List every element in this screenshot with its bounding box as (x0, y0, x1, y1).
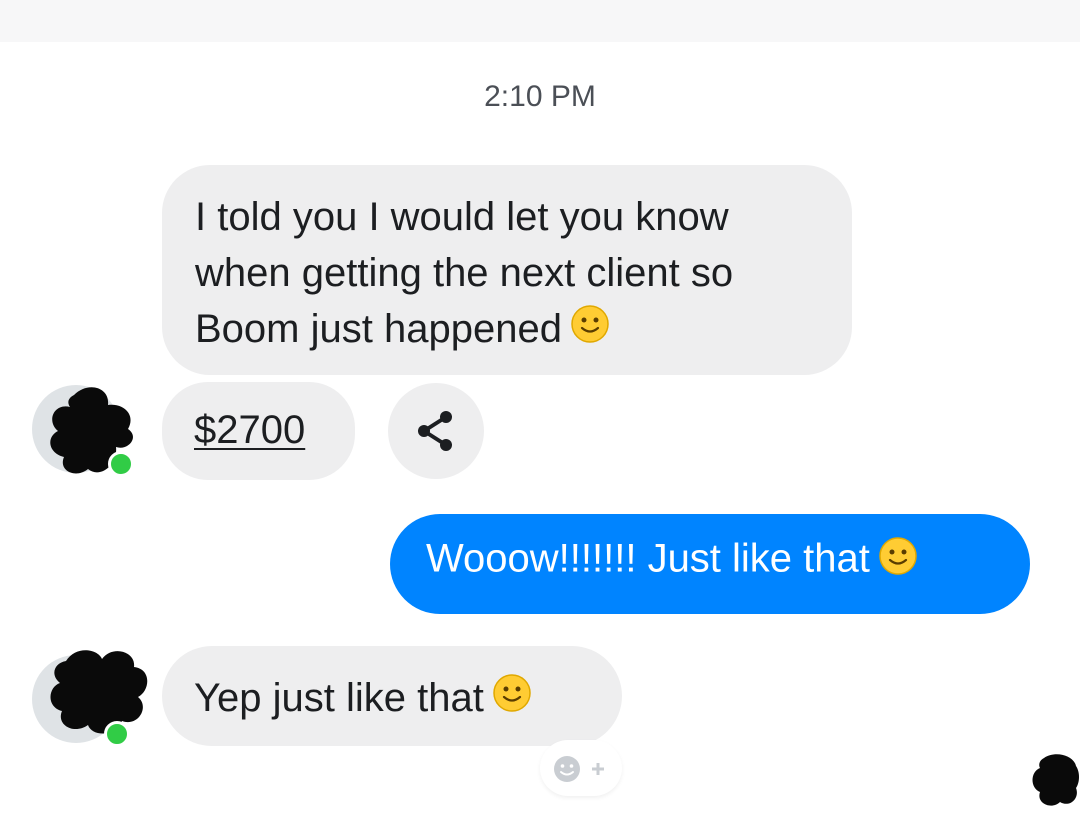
incoming-message-bubble[interactable]: Yep just like that (162, 646, 622, 746)
message-text: Yep just like that (194, 676, 484, 720)
redaction-blot (50, 650, 148, 734)
slightly-smiling-face-icon (878, 536, 918, 586)
message-text-wrapper: Yep just like that (194, 670, 532, 728)
contact-avatar[interactable] (32, 385, 134, 477)
slightly-smiling-face-icon (570, 303, 610, 359)
incoming-message-bubble[interactable]: I told you I would let you know when get… (162, 165, 852, 375)
message-text-wrapper: I told you I would let you know when get… (195, 189, 835, 359)
top-bar (0, 0, 1080, 42)
add-reaction-button[interactable] (540, 740, 622, 796)
link-message-bubble[interactable]: $2700 (162, 382, 355, 480)
contact-avatar[interactable] (32, 650, 148, 747)
message-timestamp: 2:10 PM (484, 80, 596, 113)
message-text-wrapper: Wooow!!!!!!! Just like that (426, 536, 918, 586)
outgoing-message-bubble[interactable]: Wooow!!!!!!! Just like that (390, 514, 1030, 614)
share-icon (418, 411, 452, 451)
message-text: Wooow!!!!!!! Just like that (426, 536, 870, 581)
online-status-indicator (108, 451, 134, 477)
online-status-indicator (104, 721, 130, 747)
read-receipt-avatar (1032, 754, 1079, 806)
message-text: I told you I would let you know when get… (195, 195, 734, 351)
amount-link[interactable]: $2700 (194, 402, 305, 458)
share-button[interactable] (388, 383, 484, 479)
slightly-smiling-face-icon (492, 672, 532, 728)
add-reaction-icon (554, 756, 604, 782)
